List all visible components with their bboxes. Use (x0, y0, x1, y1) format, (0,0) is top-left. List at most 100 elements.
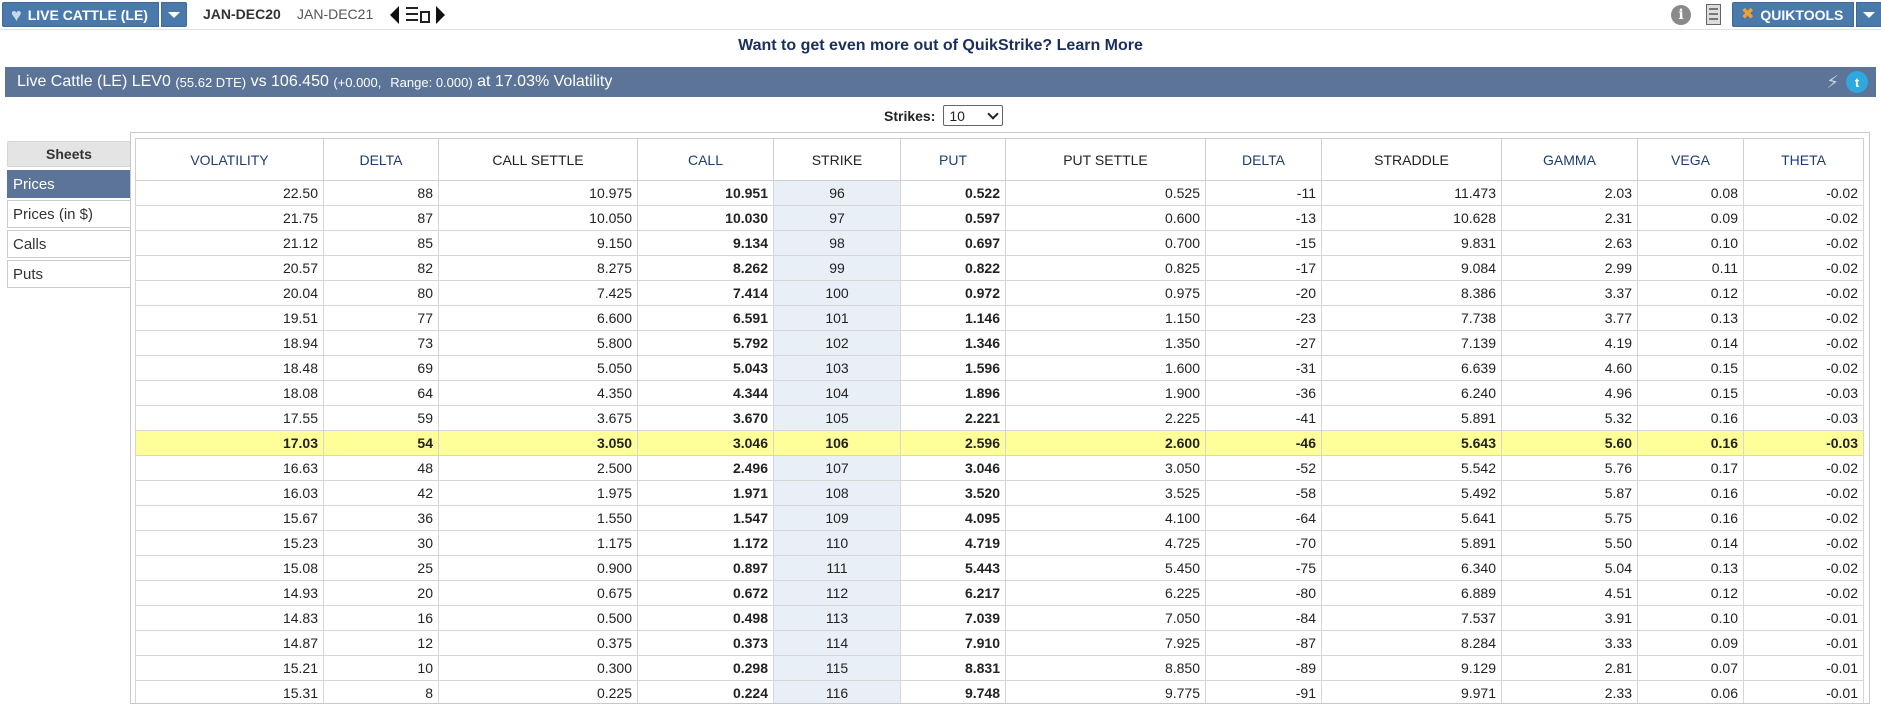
learn-more-link[interactable]: Learn More (1057, 37, 1143, 54)
table-row[interactable]: 15.21 10 0.300 0.298 115 8.831 8.850 -89 9.129 2.… (135, 655, 1864, 681)
twitter-icon[interactable]: t (1846, 71, 1868, 93)
cell-gamma: 2.03 (1501, 180, 1638, 206)
expiry-tab-active[interactable]: JAN-DEC20 (203, 6, 281, 22)
table-row[interactable]: 20.57 82 8.275 8.262 99 0.822 0.825 -17 9.084 2.9… (135, 255, 1864, 281)
table-row[interactable]: 14.87 12 0.375 0.373 114 7.910 7.925 -87 8.284 3.… (135, 630, 1864, 656)
cell-delta: -23 (1205, 305, 1322, 331)
next-arrow-icon[interactable] (436, 6, 445, 24)
cell-volatility: 18.48 (135, 355, 324, 381)
table-header-row: VOLATILITY DELTA CALL SETTLE CALL STRIKE PUT P… (135, 138, 1864, 181)
cell-put-settle: 8.850 (1005, 655, 1206, 681)
table-row[interactable]: 15.08 25 0.900 0.897 111 5.443 5.450 -75 6.340 5.… (135, 555, 1864, 581)
cell-gamma: 5.76 (1501, 455, 1638, 481)
table-row[interactable]: 18.94 73 5.800 5.792 102 1.346 1.350 -27 7.139 4.… (135, 330, 1864, 356)
strikes-select[interactable]: 10 (943, 105, 1004, 126)
cell-vega: 0.16 (1637, 480, 1744, 506)
column-header-volatility[interactable]: VOLATILITY (135, 138, 324, 181)
cell-delta: 42 (323, 480, 439, 506)
cell-call: 3.046 (637, 430, 774, 456)
column-header-straddle[interactable]: STRADDLE (1321, 138, 1502, 181)
cell-straddle: 8.386 (1321, 280, 1502, 306)
table-row[interactable]: 15.31 8 0.225 0.224 116 9.748 9.775 -91 9.971 2.3… (135, 680, 1864, 703)
cell-gamma: 4.96 (1501, 380, 1638, 406)
cell-call-settle: 2.500 (438, 455, 638, 481)
cell-gamma: 5.50 (1501, 530, 1638, 556)
product-selector[interactable]: ♥ LIVE CATTLE (LE) (2, 2, 187, 27)
cell-delta: -84 (1205, 605, 1322, 631)
sheet-item-prices-in[interactable]: Prices (in $) (7, 200, 131, 228)
product-dropdown-button[interactable] (160, 2, 187, 27)
cell-delta: 16 (323, 605, 439, 631)
table-row[interactable]: 19.51 77 6.600 6.591 101 1.146 1.150 -23 7.738 3.… (135, 305, 1864, 331)
cell-vega: 0.12 (1637, 280, 1744, 306)
cell-call: 1.547 (637, 505, 774, 531)
cell-volatility: 15.67 (135, 505, 324, 531)
table-row[interactable]: 17.03 54 3.050 3.046 106 2.596 2.600 -46 5.643 5.… (135, 430, 1864, 456)
column-header-gamma[interactable]: GAMMA (1501, 138, 1638, 181)
cell-volatility: 16.03 (135, 480, 324, 506)
table-row[interactable]: 16.63 48 2.500 2.496 107 3.046 3.050 -52 5.542 5.… (135, 455, 1864, 481)
expiry-tab-next[interactable]: JAN-DEC21 (297, 6, 373, 22)
table-row[interactable]: 22.50 88 10.975 10.951 96 0.522 0.525 -11 11.473… (135, 180, 1864, 206)
table-row[interactable]: 21.12 85 9.150 9.134 98 0.697 0.700 -15 9.831 2.6… (135, 230, 1864, 256)
cell-delta: 73 (323, 330, 439, 356)
cell-strike: 107 (773, 455, 901, 481)
product-button[interactable]: ♥ LIVE CATTLE (LE) (2, 2, 159, 27)
prev-arrow-icon[interactable] (390, 6, 399, 24)
cell-vega: 0.16 (1637, 405, 1744, 431)
column-header-call-settle[interactable]: CALL SETTLE (438, 138, 638, 181)
flash-icon[interactable]: ⚡ (1826, 72, 1839, 93)
cell-volatility: 17.03 (135, 430, 324, 456)
cell-call-settle: 0.900 (438, 555, 638, 581)
expiry-list-icon[interactable] (406, 5, 430, 25)
sheet-item-calls[interactable]: Calls (7, 230, 131, 258)
cell-theta: -0.02 (1743, 330, 1864, 356)
quiktools-dropdown-button[interactable] (1856, 2, 1881, 27)
cell-call-settle: 0.675 (438, 580, 638, 606)
cell-strike: 96 (773, 180, 901, 206)
cell-call: 0.373 (637, 630, 774, 656)
column-header-call[interactable]: CALL (637, 138, 774, 181)
table-row[interactable]: 18.48 69 5.050 5.043 103 1.596 1.600 -31 6.639 4.… (135, 355, 1864, 381)
cell-strike: 115 (773, 655, 901, 681)
column-header-put[interactable]: PUT (900, 138, 1006, 181)
table-row[interactable]: 14.83 16 0.500 0.498 113 7.039 7.050 -84 7.537 3.… (135, 605, 1864, 631)
cell-put: 4.095 (900, 505, 1006, 531)
column-header-delta[interactable]: DELTA (323, 138, 439, 181)
column-header-theta[interactable]: THETA (1743, 138, 1864, 181)
cell-volatility: 16.63 (135, 455, 324, 481)
table-row[interactable]: 15.23 30 1.175 1.172 110 4.719 4.725 -70 5.891 5.… (135, 530, 1864, 556)
cell-call-settle: 10.050 (438, 205, 638, 231)
table-row[interactable]: 16.03 42 1.975 1.971 108 3.520 3.525 -58 5.492 5.… (135, 480, 1864, 506)
table-row[interactable]: 18.08 64 4.350 4.344 104 1.896 1.900 -36 6.240 4.… (135, 380, 1864, 406)
table-row[interactable]: 21.75 87 10.050 10.030 97 0.597 0.600 -13 10.628… (135, 205, 1864, 231)
cell-call-settle: 9.150 (438, 230, 638, 256)
cell-put-settle: 0.525 (1005, 180, 1206, 206)
column-header-delta[interactable]: DELTA (1205, 138, 1322, 181)
quiktools-button[interactable]: ✖ QUIKTOOLS (1732, 2, 1855, 27)
column-header-vega[interactable]: VEGA (1637, 138, 1744, 181)
cell-volatility: 18.08 (135, 380, 324, 406)
cell-strike: 111 (773, 555, 901, 581)
heart-icon[interactable]: ♥ (11, 6, 22, 24)
table-row[interactable]: 20.04 80 7.425 7.414 100 0.972 0.975 -20 8.386 3.… (135, 280, 1864, 306)
cell-delta: -87 (1205, 630, 1322, 656)
info-icon[interactable]: i (1671, 5, 1691, 25)
table-row[interactable]: 15.67 36 1.550 1.547 109 4.095 4.100 -64 5.641 5.… (135, 505, 1864, 531)
cell-gamma: 5.32 (1501, 405, 1638, 431)
calculator-icon[interactable] (1706, 4, 1721, 25)
quiktools-menu[interactable]: ✖ QUIKTOOLS (1732, 2, 1881, 27)
cell-delta: 88 (323, 180, 439, 206)
table-row[interactable]: 14.93 20 0.675 0.672 112 6.217 6.225 -80 6.889 4.… (135, 580, 1864, 606)
cell-put-settle: 0.700 (1005, 230, 1206, 256)
column-header-put-settle[interactable]: PUT SETTLE (1005, 138, 1206, 181)
cell-call: 10.951 (637, 180, 774, 206)
sheet-item-puts[interactable]: Puts (7, 260, 131, 288)
table-row[interactable]: 17.55 59 3.675 3.670 105 2.221 2.225 -41 5.891 5.… (135, 405, 1864, 431)
cell-delta: -89 (1205, 655, 1322, 681)
sheet-item-prices[interactable]: Prices (7, 170, 131, 198)
cell-call: 5.043 (637, 355, 774, 381)
column-header-strike[interactable]: STRIKE (773, 138, 901, 181)
cell-put-settle: 6.225 (1005, 580, 1206, 606)
cell-call-settle: 1.975 (438, 480, 638, 506)
